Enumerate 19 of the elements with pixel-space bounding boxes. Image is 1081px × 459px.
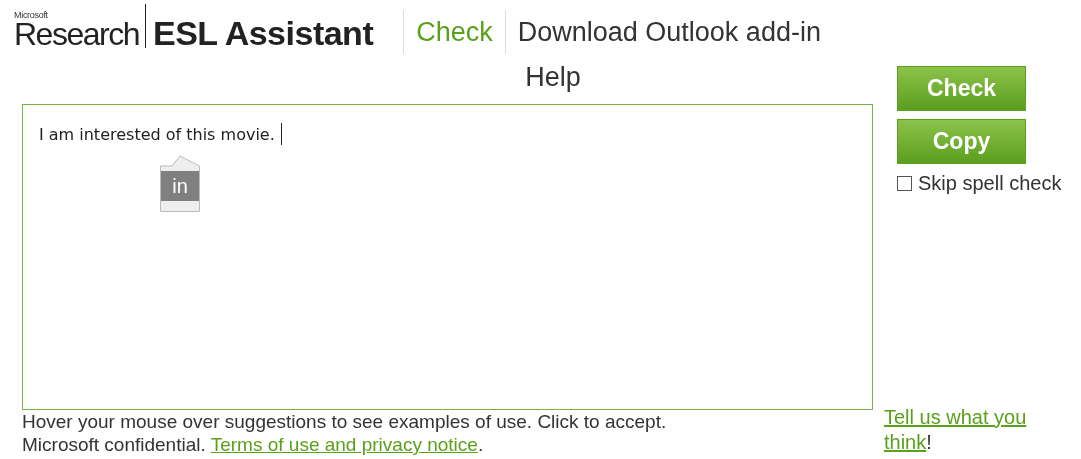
editor-text: I am interested of this movie.: [39, 124, 275, 144]
confidential-notice: Microsoft confidential. Terms of use and privacy notice.: [22, 433, 485, 456]
logo-company: Microsoft: [14, 10, 49, 20]
logo-division: Research: [14, 20, 139, 48]
checkbox[interactable]: [897, 176, 912, 191]
logo-product: ESL Assistant: [152, 18, 374, 48]
check-button[interactable]: Check: [897, 66, 1026, 111]
text-editor[interactable]: I am interested of this movie. in: [22, 104, 873, 410]
nav-tab[interactable]: Help: [513, 54, 593, 99]
feedback-text: Tell us what you think!: [884, 405, 1028, 455]
nav-tab[interactable]: Download Outlook add-in: [504, 10, 833, 54]
copy-button[interactable]: Copy: [897, 119, 1026, 164]
checkbox-label: Skip spell check: [918, 172, 1062, 195]
terms-link[interactable]: Terms of use and privacy notice: [210, 434, 478, 455]
text-cursor: [280, 123, 282, 145]
usage-hint: Hover your mouse over suggestions to see examples of use. Click to accept.: [22, 410, 668, 433]
nav-tab[interactable]: Check: [403, 10, 505, 54]
feedback-link[interactable]: think: [884, 431, 927, 453]
feedback-link[interactable]: Tell us what you: [884, 406, 1027, 428]
